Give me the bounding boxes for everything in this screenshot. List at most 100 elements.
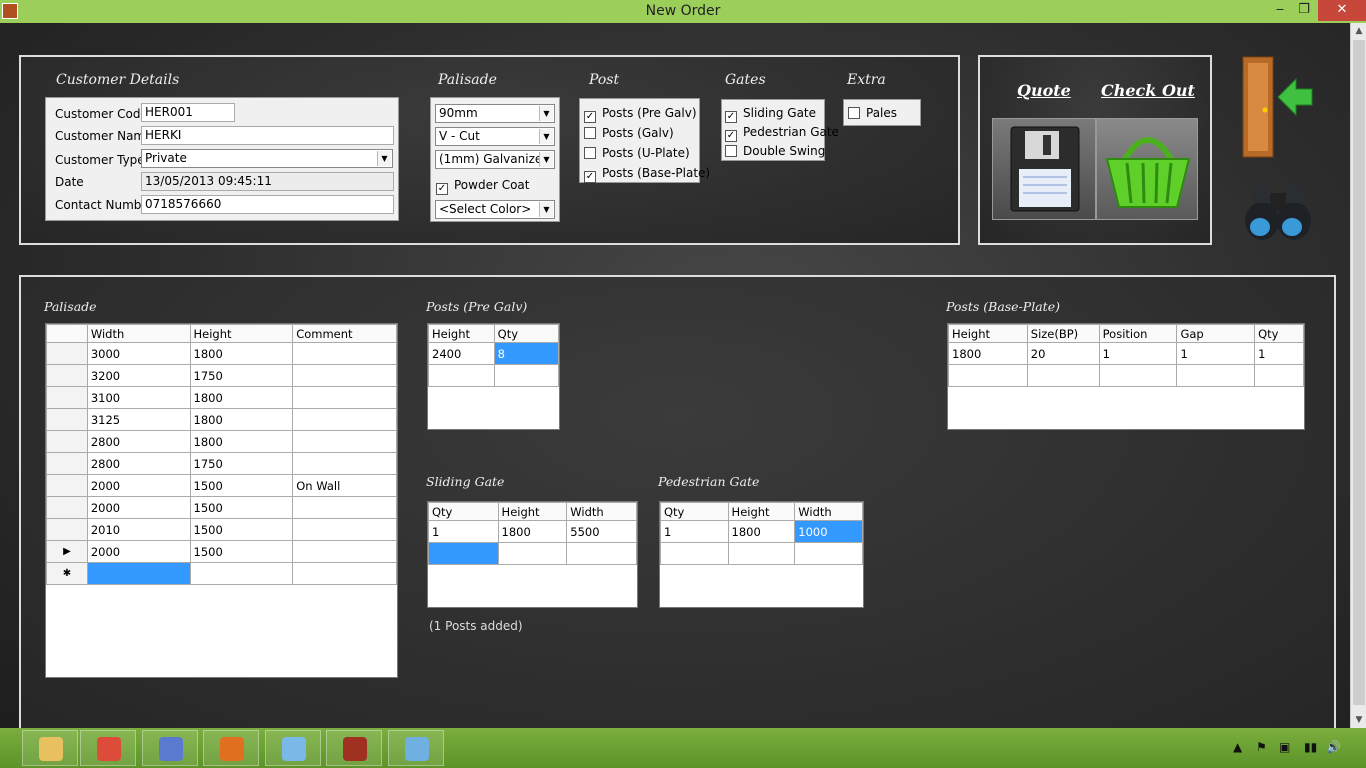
new-cell-width[interactable]	[566, 542, 637, 565]
cell-height[interactable]: 1500	[189, 540, 294, 563]
cell-height[interactable]: 1800	[497, 520, 568, 543]
new-cell-height[interactable]	[727, 542, 796, 565]
cell-width[interactable]: 2000	[86, 540, 191, 563]
dropbox-icon[interactable]: ▮▮	[1304, 740, 1317, 754]
cell-height[interactable]: 1800	[189, 342, 294, 365]
new-cell-qty[interactable]	[428, 542, 499, 565]
cell-height[interactable]: 1800	[189, 408, 294, 431]
sliding-gate-grid[interactable]: Qty Height Width 1 1800 5500	[427, 501, 638, 608]
taskbar-app-button[interactable]	[80, 730, 136, 766]
column-header-height[interactable]: Height	[948, 324, 1028, 343]
new-cell-gap[interactable]	[1176, 364, 1256, 387]
cell-height[interactable]: 2400	[428, 342, 495, 365]
posts-galv-checkbox[interactable]: Posts (Galv)	[584, 126, 674, 140]
cell-comment[interactable]	[292, 386, 397, 409]
cell-width[interactable]: 1000	[794, 520, 863, 543]
chevron-down-icon[interactable]: ▼	[539, 129, 553, 144]
exit-button[interactable]	[1240, 55, 1316, 161]
customer-type-select[interactable]: Private ▼	[141, 149, 393, 168]
cell-comment[interactable]	[292, 518, 397, 541]
column-header-width[interactable]: Width	[566, 502, 637, 521]
new-cell-comment[interactable]	[292, 562, 397, 585]
new-cell-height[interactable]	[948, 364, 1028, 387]
double-swing-checkbox[interactable]: Double Swing	[725, 144, 825, 158]
pedestrian-gate-checkbox[interactable]: ✓ Pedestrian Gate	[725, 125, 839, 142]
row-header[interactable]	[46, 518, 88, 541]
baseplate-grid[interactable]: Height Size(BP) Position Gap Qty 1800 20 1 1 1	[947, 323, 1305, 430]
cell-position[interactable]: 1	[1098, 342, 1178, 365]
taskbar-app-button[interactable]	[203, 730, 259, 766]
cell-comment[interactable]	[292, 430, 397, 453]
cell-height[interactable]: 1500	[189, 474, 294, 497]
row-header[interactable]	[46, 408, 88, 431]
cell-width[interactable]: 3100	[86, 386, 191, 409]
new-cell-width[interactable]	[794, 542, 863, 565]
cell-comment[interactable]: On Wall	[292, 474, 397, 497]
column-header-height[interactable]: Height	[189, 324, 294, 343]
column-header-width[interactable]: Width	[794, 502, 863, 521]
cell-comment[interactable]	[292, 540, 397, 563]
vertical-scrollbar[interactable]: ▲ ▼	[1350, 23, 1366, 728]
customer-name-input[interactable]: HERKI	[141, 126, 394, 145]
scroll-up-icon[interactable]: ▲	[1351, 23, 1366, 39]
network-icon[interactable]: ▣	[1279, 740, 1290, 754]
row-header[interactable]	[46, 474, 88, 497]
row-header[interactable]	[46, 430, 88, 453]
cell-qty[interactable]: 1	[428, 520, 499, 543]
cell-comment[interactable]	[292, 452, 397, 475]
chevron-down-icon[interactable]: ▼	[539, 152, 553, 167]
taskbar-app-button[interactable]	[22, 730, 78, 766]
column-header-qty[interactable]: Qty	[1254, 324, 1304, 343]
contact-number-input[interactable]: 0718576660	[141, 195, 394, 214]
palisade-grid[interactable]: Width Height Comment 3000 1800 3200 1750 3…	[45, 323, 398, 678]
column-header-height[interactable]: Height	[727, 502, 796, 521]
taskbar-app-button[interactable]	[265, 730, 321, 766]
maximize-button[interactable]: ❐	[1292, 0, 1316, 21]
column-header-width[interactable]: Width	[86, 324, 191, 343]
row-header[interactable]	[46, 364, 88, 387]
new-cell-qty[interactable]	[660, 542, 729, 565]
new-cell-size-bp[interactable]	[1026, 364, 1100, 387]
close-button[interactable]: ✕	[1318, 0, 1366, 21]
cell-width[interactable]: 2000	[86, 496, 191, 519]
pedestrian-gate-grid[interactable]: Qty Height Width 1 1800 1000	[659, 501, 864, 608]
action-center-flag-icon[interactable]: ⚑	[1256, 740, 1267, 754]
new-cell-qty[interactable]	[493, 364, 560, 387]
palisade-finish-select[interactable]: (1mm) Galvanized ▼	[435, 150, 555, 169]
minimize-button[interactable]: ‒	[1268, 0, 1292, 21]
row-header[interactable]	[46, 386, 88, 409]
quote-link[interactable]: Quote	[1017, 81, 1071, 100]
column-header-qty[interactable]: Qty	[660, 502, 729, 521]
new-cell-height[interactable]	[428, 364, 495, 387]
cell-height[interactable]: 1800	[948, 342, 1028, 365]
posts-u-plate-checkbox[interactable]: Posts (U-Plate)	[584, 146, 690, 160]
cell-comment[interactable]	[292, 408, 397, 431]
row-header[interactable]	[46, 496, 88, 519]
cell-qty[interactable]: 1	[660, 520, 729, 543]
search-button[interactable]	[1240, 175, 1316, 247]
column-header-qty[interactable]: Qty	[493, 324, 560, 343]
taskbar-app-button[interactable]	[142, 730, 198, 766]
checkout-button[interactable]	[1096, 118, 1198, 220]
column-header-gap[interactable]: Gap	[1176, 324, 1256, 343]
column-header-position[interactable]: Position	[1098, 324, 1178, 343]
scroll-down-icon[interactable]: ▼	[1351, 712, 1366, 728]
cell-width[interactable]: 3125	[86, 408, 191, 431]
chevron-down-icon[interactable]: ▼	[539, 106, 553, 121]
cell-comment[interactable]	[292, 496, 397, 519]
cell-height[interactable]: 1500	[189, 496, 294, 519]
color-select[interactable]: <Select Color> ▼	[435, 200, 555, 219]
sliding-gate-checkbox[interactable]: ✓ Sliding Gate	[725, 106, 816, 123]
posts-pre-galv-checkbox[interactable]: ✓ Posts (Pre Galv)	[584, 106, 697, 123]
row-header[interactable]	[46, 342, 88, 365]
palisade-profile-select[interactable]: V - Cut ▼	[435, 127, 555, 146]
save-quote-button[interactable]	[992, 118, 1096, 220]
powder-coat-checkbox[interactable]: ✓ Powder Coat	[436, 178, 530, 195]
column-header-height[interactable]: Height	[428, 324, 495, 343]
cell-width[interactable]: 3000	[86, 342, 191, 365]
cell-height[interactable]: 1500	[189, 518, 294, 541]
column-header-size-bp[interactable]: Size(BP)	[1026, 324, 1100, 343]
cell-height[interactable]: 1800	[189, 430, 294, 453]
new-cell-width[interactable]	[86, 562, 191, 585]
cell-width[interactable]: 3200	[86, 364, 191, 387]
